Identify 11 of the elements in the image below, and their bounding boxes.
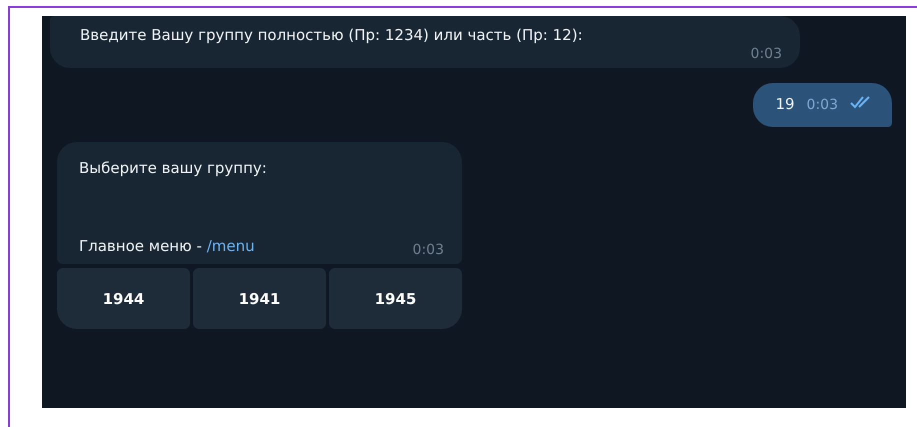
message-text: Главное меню - /menu bbox=[79, 236, 255, 257]
message-text: Выберите вашу группу: bbox=[79, 158, 268, 179]
command-link[interactable]: /menu bbox=[206, 237, 255, 255]
message-time: 0:03 bbox=[750, 46, 782, 62]
keyboard-button[interactable]: 1944 bbox=[57, 268, 190, 329]
message-time: 0:03 bbox=[412, 242, 444, 258]
keyboard-button[interactable]: 1941 bbox=[193, 268, 326, 329]
message-text: Введите Вашу группу полностью (Пр: 1234) или часть (Пр: 12): bbox=[80, 25, 584, 46]
message-text: 19 bbox=[775, 94, 795, 115]
keyboard-button[interactable]: 1945 bbox=[329, 268, 462, 329]
message-time: 0:03 bbox=[806, 97, 838, 113]
